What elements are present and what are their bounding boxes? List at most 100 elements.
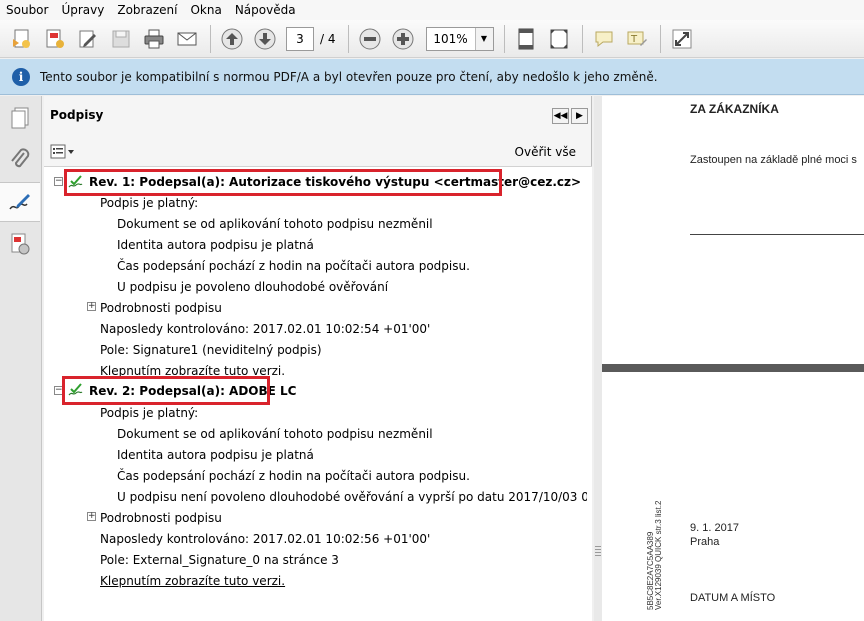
signature-1-detail: Identita autora podpisu je platná [117,238,314,252]
previous-page-button[interactable] [218,25,246,53]
speech-bubble-icon [595,31,612,47]
menu-bar: Soubor Úpravy Zobrazení Okna Nápověda [0,0,864,20]
highlight-box [64,169,502,196]
menu-view[interactable]: Zobrazení [117,3,177,17]
collapse-panel-icon[interactable]: ◀◀ [552,108,569,124]
signature-line [690,234,864,235]
zoom-in-button[interactable] [389,25,417,53]
panel-splitter[interactable] [594,96,602,621]
plus-circle-icon [392,28,413,49]
signature-2-details-expander[interactable]: + [87,512,96,521]
signature-1-details-expander[interactable]: + [87,302,96,311]
paperclip-icon [11,148,30,168]
navigation-strip [0,96,42,621]
signature-1-detail: Čas podepsání pochází z hodin na počítač… [117,259,470,273]
signature-2-detail: U podpisu není povoleno dlouhodobé ověřo… [117,490,587,504]
menu-edit[interactable]: Úpravy [61,3,104,17]
signature-1-valid-label: Podpis je platný: [100,196,199,210]
pdfa-info-bar: i Tento soubor je kompatibilní s normou … [0,59,864,95]
attachments-panel-button[interactable] [0,140,40,180]
fit-width-button[interactable] [545,25,573,53]
toolbar-separator [347,24,349,53]
signature-2-details-toggle[interactable]: Podrobnosti podpisu [100,510,222,526]
doc-heading: ZA ZÁKAZNÍKA [690,102,779,116]
toolbar-separator [210,24,211,53]
expand-icon [672,29,691,48]
security-panel-button[interactable] [0,224,40,264]
signature-1-details-toggle[interactable]: Podrobnosti podpisu [100,300,222,316]
toolbar-separator [581,24,583,53]
panel-controls: ◀◀ ▶ [550,108,588,124]
document-page: Ver.X129039 QUICK str.3 list.2 5B5C8E2A7… [602,372,864,621]
toolbar: 3 / 4 101% ▼ T [0,20,864,58]
envelope-icon [177,32,197,45]
signature-2-view-version-link[interactable]: Klepnutím zobrazíte tuto verzi. [100,573,285,589]
minus-circle-icon [359,28,380,49]
signature-1-last-checked: Naposledy kontrolováno: 2017.02.01 10:02… [100,322,431,336]
save-button[interactable] [107,25,135,53]
full-screen-button[interactable] [668,25,696,53]
combine-files-button[interactable] [41,25,69,53]
pages-icon [11,107,29,129]
edit-document-button[interactable] [74,25,102,53]
create-pdf-button[interactable] [8,25,36,53]
edit-pencil-icon [79,30,96,47]
verify-all-button[interactable]: Ověřit vše [515,145,576,159]
options-menu-button[interactable] [50,144,76,160]
signature-pen-icon [9,194,30,210]
signature-2-detail: Čas podepsání pochází z hodin na počítač… [117,469,470,483]
signature-2-detail: Identita autora podpisu je platná [117,448,314,462]
toolbar-separator [659,24,661,53]
printer-icon [144,29,164,48]
menu-help[interactable]: Nápověda [235,3,296,17]
page-total-label: / 4 [320,31,336,46]
signatures-panel-button[interactable] [0,182,40,222]
document-lock-icon [11,233,30,255]
panel-title: Podpisy [50,108,104,122]
combine-files-icon [46,29,64,48]
print-button[interactable] [140,25,168,53]
next-page-button[interactable] [251,25,279,53]
svg-text:T: T [630,34,638,45]
highlight-box [62,376,270,405]
zoom-select[interactable]: 101% ▼ [425,26,494,51]
highlight-text-button[interactable]: T [623,25,651,53]
list-options-icon [50,144,74,159]
signature-1-detail: Dokument se od aplikování tohoto podpisu… [117,217,433,231]
doc-date: 9. 1. 2017 [690,522,739,534]
comment-button[interactable] [590,25,618,53]
fit-width-icon [550,29,567,48]
signature-1-field: Pole: Signature1 (neviditelný podpis) [100,343,322,357]
doc-place: Praha [690,536,720,548]
arrow-down-circle-icon [254,28,276,49]
doc-side-code: 5B5C8E2A7C5AA389 [646,531,655,610]
create-pdf-icon [13,29,30,48]
page-number-input[interactable]: 3 [286,26,314,51]
chevron-right-icon[interactable]: ▶ [571,108,588,124]
doc-side-code: Ver.X129039 QUICK str.3 list.2 [654,500,663,610]
pages-panel-button[interactable] [0,98,40,138]
splitter-grip[interactable] [595,546,601,558]
menu-file[interactable]: Soubor [6,3,48,17]
signature-2-last-checked: Naposledy kontrolováno: 2017.02.01 10:02… [100,532,431,546]
zoom-out-button[interactable] [356,25,384,53]
signature-1-expander[interactable]: − [54,177,63,186]
panel-toolbar: Ověřit vše [44,140,592,162]
signatures-panel: Podpisy ◀◀ ▶ Ověřit vše − Rev. 1: Podeps… [44,96,592,621]
info-icon: i [12,67,30,86]
text-highlight-icon: T [627,31,647,46]
signatures-tree: − Rev. 1: Podepsal(a): Autorizace tiskov… [44,166,592,621]
chevron-down-icon[interactable]: ▼ [474,27,493,50]
arrow-up-circle-icon [221,28,243,49]
doc-represented-text: Zastoupen na základě plné moci s [690,154,857,166]
zoom-value: 101% [433,31,468,46]
email-button[interactable] [173,25,201,53]
save-icon [112,30,130,47]
document-page: ZA ZÁKAZNÍKA Zastoupen na základě plné m… [602,96,864,364]
signature-1-detail: U podpisu je povoleno dlouhodobé ověřová… [117,280,389,294]
signature-2-valid-label: Podpis je platný: [100,406,199,420]
fit-page-button[interactable] [512,25,540,53]
menu-window[interactable]: Okna [190,3,221,17]
document-view[interactable]: ZA ZÁKAZNÍKA Zastoupen na základě plné m… [602,96,864,621]
signature-2-detail: Dokument se od aplikování tohoto podpisu… [117,427,433,441]
